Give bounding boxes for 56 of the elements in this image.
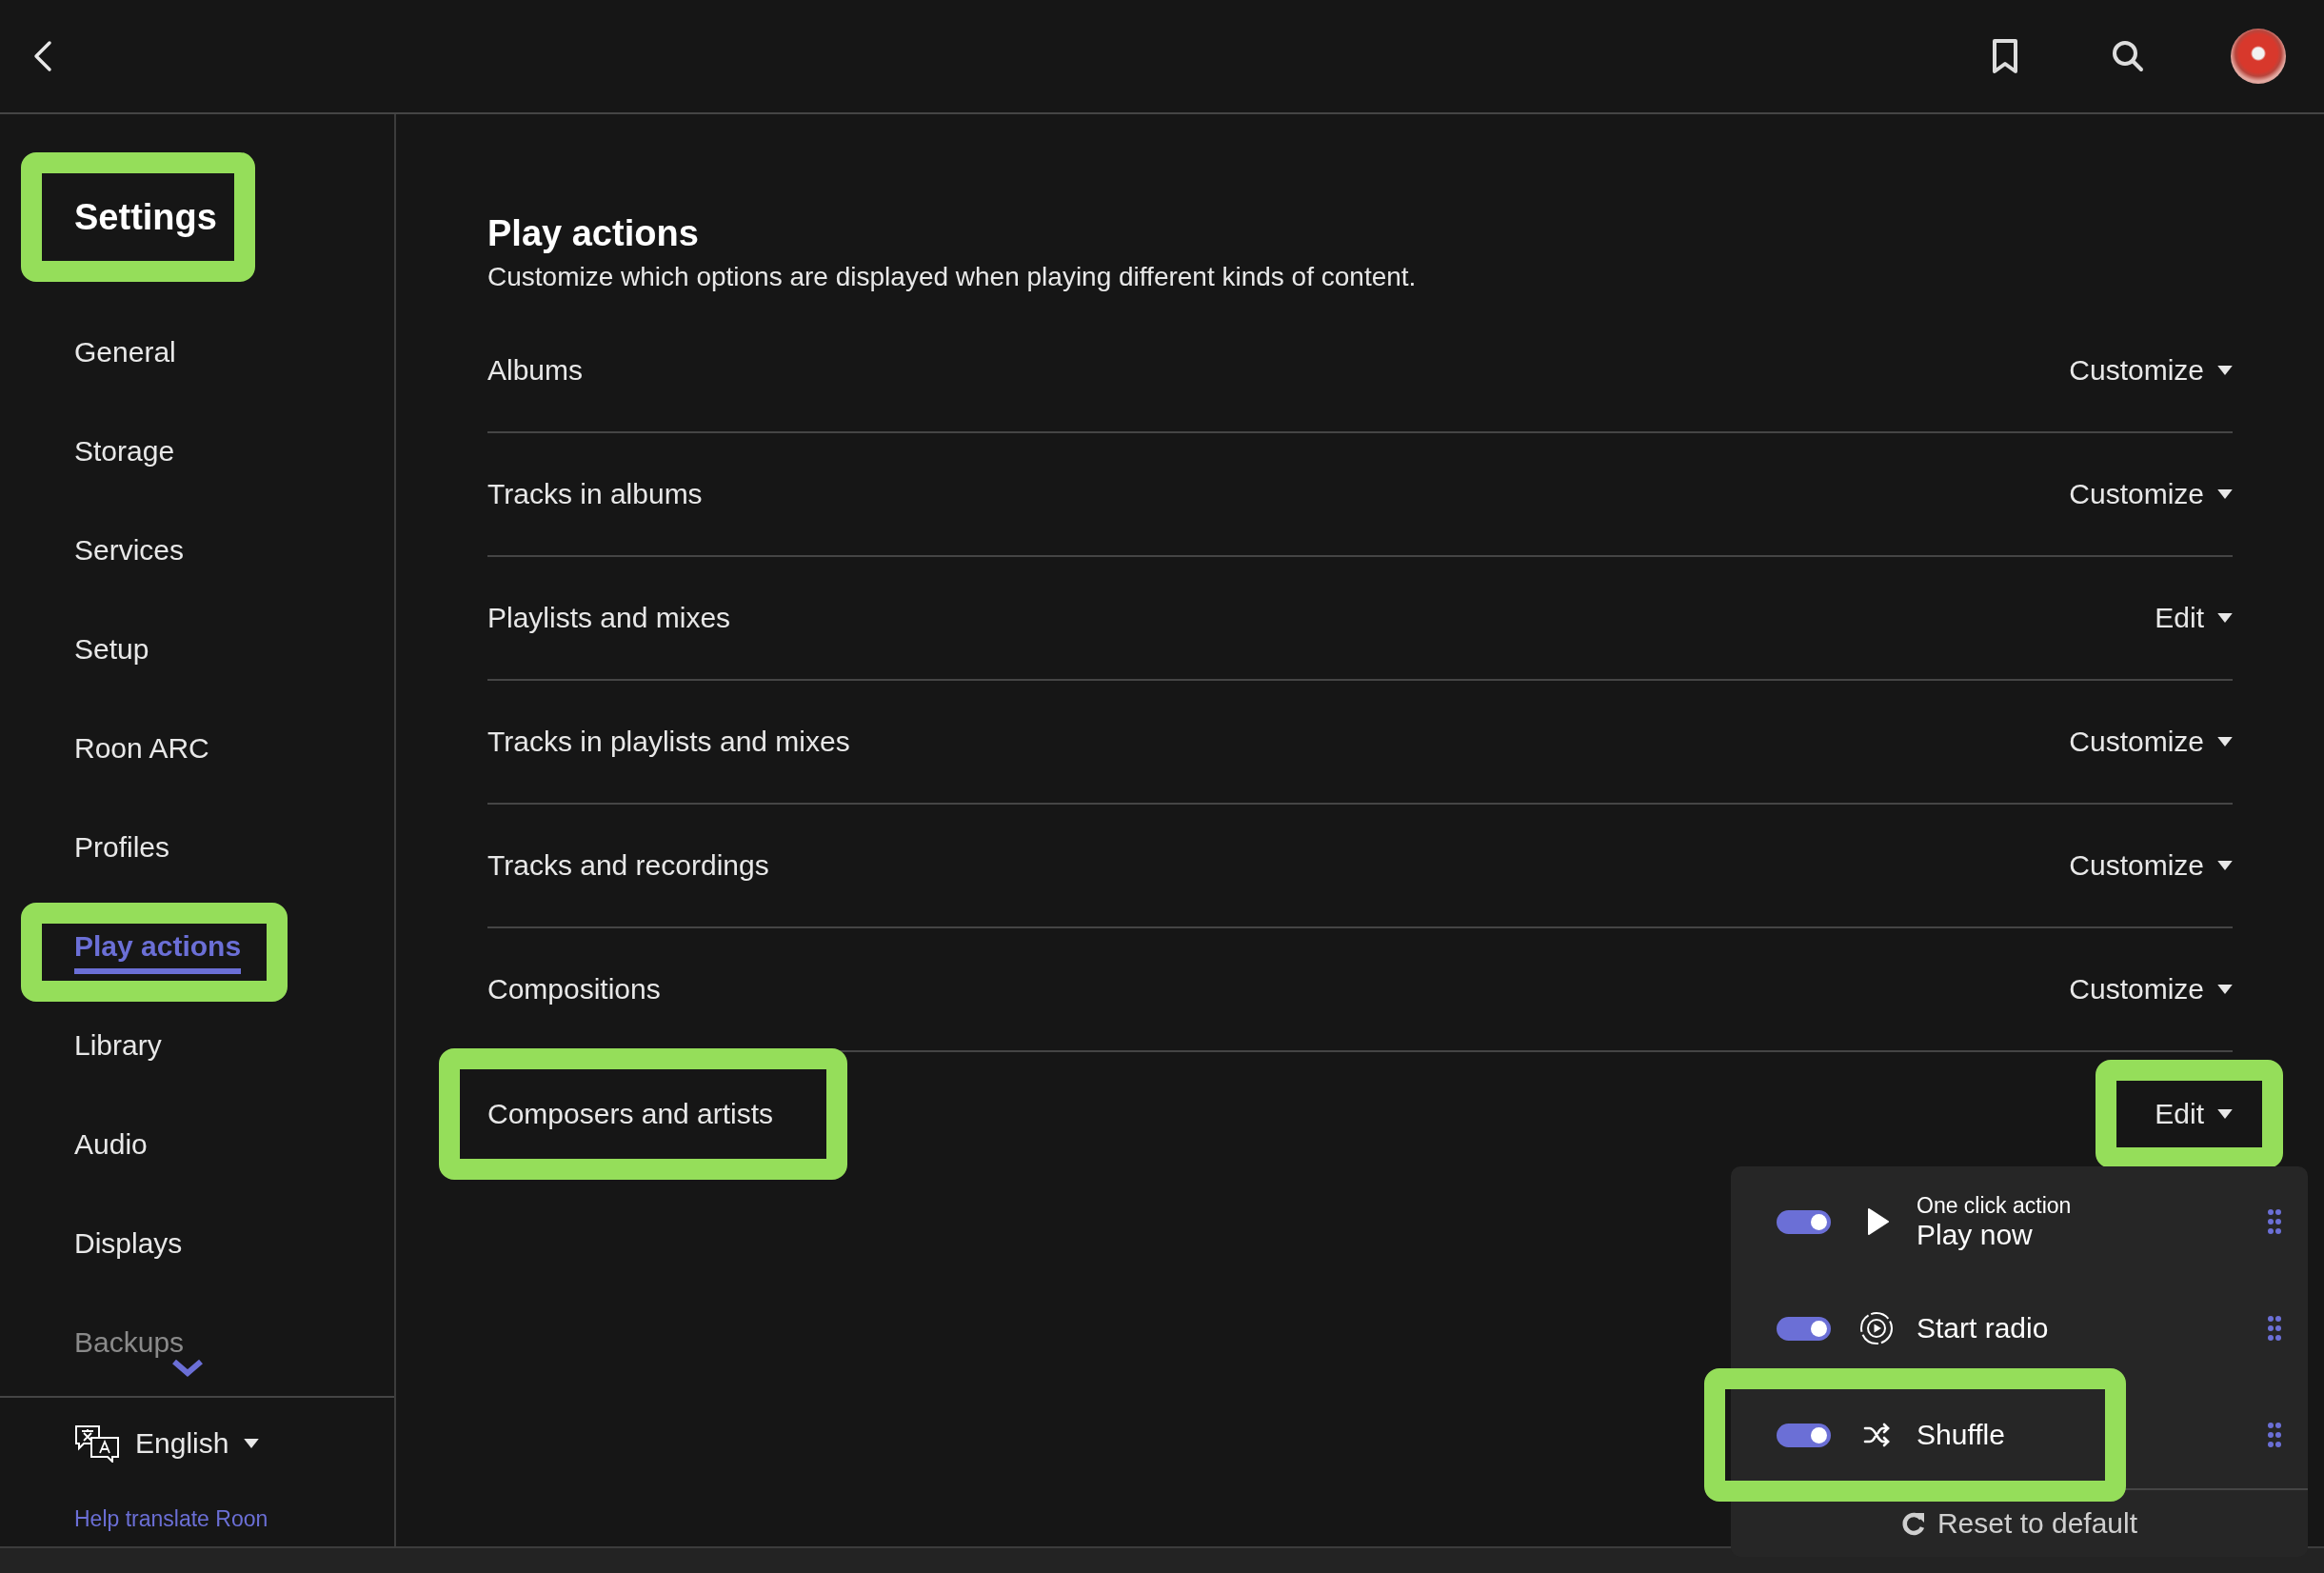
chevron-down-icon[interactable] [171,1358,204,1379]
sidebar-item[interactable]: General [74,336,176,380]
sidebar-item[interactable]: Services [74,534,185,578]
settings-title: Settings [74,196,217,238]
action-label[interactable]: Start radio [1917,1312,2049,1344]
translate-icon [74,1424,120,1463]
help-translate-link[interactable]: Help translate Roon [74,1506,268,1532]
page-subtitle: Customize which options are displayed when playing different kinds of content. [487,262,1418,292]
sidebar-item[interactable]: Audio [74,1128,148,1172]
caret-icon [2217,737,2233,747]
row-label: Tracks and recordings [487,849,769,882]
sidebar-item[interactable]: Backups [74,1326,185,1370]
sidebar-item[interactable]: Profiles [74,831,170,875]
caret-icon [2217,366,2233,375]
row-label: Composers and artists [487,1098,774,1130]
row-label: Compositions [487,973,661,1006]
bookmark-icon[interactable] [1990,37,2020,75]
sidebar-item[interactable]: Roon ARC [74,732,209,776]
caret-icon [244,1439,260,1448]
sidebar-item[interactable]: Play actions [74,930,242,974]
dropdown-button[interactable]: Customize [2069,973,2233,1006]
sidebar-item[interactable]: Library [74,1029,162,1073]
toggle-switch[interactable] [1777,1209,1831,1234]
drag-handle-icon[interactable] [2268,1209,2281,1234]
dropdown-button[interactable]: Customize [2069,726,2233,758]
sidebar-item[interactable]: Storage [74,435,175,479]
row-label: Playlists and mixes [487,602,731,634]
drag-handle-icon[interactable] [2268,1423,2281,1447]
drag-handle-icon[interactable] [2268,1316,2281,1341]
page-title: Play actions [487,213,700,254]
caret-icon [2217,861,2233,870]
caret-icon [2217,985,2233,994]
toggle-switch[interactable] [1777,1423,1831,1447]
reset-icon [1900,1510,1926,1537]
row-label: Tracks in playlists and mixes [487,726,850,758]
dropdown-button[interactable]: Edit [2155,602,2233,634]
dropdown-button[interactable]: Customize [2069,849,2233,882]
caret-icon [2217,489,2233,499]
search-icon[interactable] [2111,39,2145,73]
dropdown-button[interactable]: Customize [2069,354,2233,387]
caret-icon [2217,1109,2233,1119]
sidebar-item[interactable]: Displays [74,1227,183,1271]
caret-icon [2217,613,2233,623]
row-label: Albums [487,354,584,387]
dropdown-button[interactable]: Edit [2155,1098,2233,1130]
sidebar-item[interactable]: Setup [74,633,149,677]
action-caption: One click action [1917,1192,2072,1219]
avatar-photo[interactable] [2231,29,2286,84]
dropdown-button[interactable]: Customize [2069,478,2233,510]
action-label[interactable]: Play now [1917,1218,2072,1251]
reset-button[interactable]: Reset to default [1900,1507,2138,1540]
row-label: Tracks in albums [487,478,703,510]
toggle-switch[interactable] [1777,1316,1831,1341]
radio-icon [1859,1311,1894,1345]
action-label[interactable]: Shuffle [1917,1419,2005,1451]
language-dropdown[interactable]: English [74,1424,260,1463]
